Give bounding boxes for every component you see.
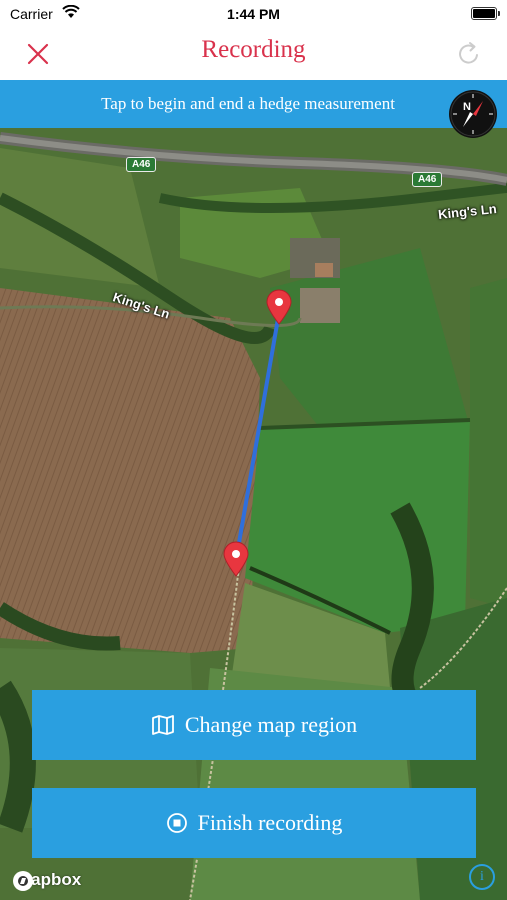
page-title: Recording bbox=[201, 36, 306, 63]
banner-text: Tap to begin and end a hedge measurement bbox=[101, 94, 395, 113]
finish-recording-label: Finish recording bbox=[197, 810, 343, 835]
change-map-region-button[interactable]: Change map region bbox=[32, 690, 476, 760]
compass-button[interactable]: N bbox=[449, 90, 497, 138]
map-icon bbox=[151, 715, 174, 735]
finish-recording-button[interactable]: Finish recording bbox=[32, 788, 476, 858]
refresh-button[interactable] bbox=[453, 38, 485, 70]
road-badge: A46 bbox=[126, 157, 157, 172]
status-bar: Carrier 1:44 PM bbox=[0, 0, 507, 28]
stop-icon bbox=[166, 813, 187, 833]
mapbox-icon bbox=[13, 871, 33, 891]
instruction-banner: Tap to begin and end a hedge measurement bbox=[0, 80, 507, 128]
compass-icon: N bbox=[450, 91, 496, 137]
battery-icon bbox=[471, 7, 500, 20]
road-badge: A46 bbox=[412, 172, 443, 187]
end-pin-icon[interactable] bbox=[222, 541, 250, 577]
map-view[interactable]: A46 A46 King's Ln King's Ln mapbox i bbox=[0, 128, 507, 900]
refresh-icon bbox=[459, 42, 478, 64]
change-map-region-label: Change map region bbox=[184, 712, 358, 737]
satellite-map bbox=[0, 128, 507, 900]
status-time: 1:44 PM bbox=[227, 6, 280, 22]
info-button[interactable]: i bbox=[469, 864, 495, 890]
start-pin-icon[interactable] bbox=[265, 289, 293, 325]
compass-north-label: N bbox=[463, 101, 471, 113]
mapbox-logo[interactable]: mapbox bbox=[12, 870, 81, 891]
nav-bar: Recording bbox=[0, 28, 507, 78]
